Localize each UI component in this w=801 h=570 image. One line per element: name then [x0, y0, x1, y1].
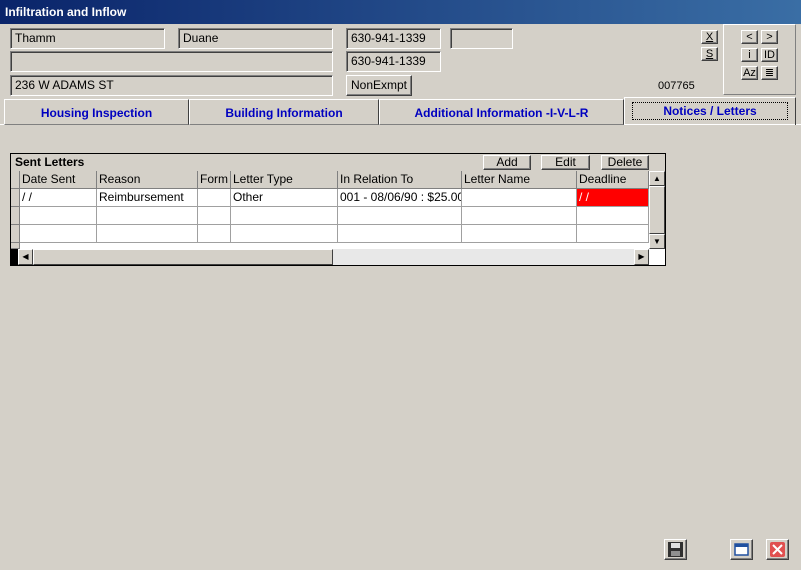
column-header-deadline[interactable]: Deadline — [577, 171, 649, 189]
empty-cell[interactable] — [198, 207, 231, 225]
column-header-reason[interactable]: Reason — [97, 171, 198, 189]
scroll-down-icon[interactable]: ▼ — [649, 234, 665, 249]
address-field[interactable]: 236 W ADAMS ST — [10, 75, 333, 96]
tab-notices-letters[interactable]: Notices / Letters — [624, 97, 796, 125]
window-title: Infiltration and Inflow — [0, 0, 801, 24]
grid-corner-left — [11, 249, 18, 265]
address-line2-field[interactable] — [10, 51, 333, 72]
row-selector[interactable] — [11, 225, 20, 243]
empty-cell[interactable] — [338, 207, 462, 225]
cell-letter-name[interactable] — [462, 189, 577, 207]
save-button[interactable] — [664, 539, 687, 560]
extra-field[interactable] — [450, 28, 513, 49]
previous-button[interactable]: < — [741, 30, 758, 44]
column-header-form[interactable]: Form — [198, 171, 231, 189]
empty-cell[interactable] — [20, 225, 97, 243]
tab-notices-letters-label: Notices / Letters — [632, 102, 788, 120]
empty-cell[interactable] — [97, 207, 198, 225]
empty-cell[interactable] — [577, 207, 649, 225]
next-button[interactable]: > — [761, 30, 778, 44]
empty-cell[interactable] — [97, 225, 198, 243]
id-button[interactable]: ID — [761, 48, 778, 62]
grid-title: Sent Letters — [15, 155, 85, 169]
cell-form[interactable] — [198, 189, 231, 207]
restore-button[interactable] — [730, 539, 753, 560]
close-button[interactable] — [766, 539, 789, 560]
empty-cell[interactable] — [462, 225, 577, 243]
window-icon — [734, 543, 749, 556]
column-header-letter-name[interactable]: Letter Name — [462, 171, 577, 189]
cell-in-relation-to[interactable]: 001 - 08/06/90 : $25.00 — [338, 189, 462, 207]
horizontal-scroll-thumb[interactable] — [33, 249, 333, 265]
column-header-letter-type[interactable]: Letter Type — [231, 171, 338, 189]
record-id: 007765 — [658, 80, 695, 92]
exempt-button[interactable]: NonExmpt — [346, 75, 412, 96]
tab-building-information[interactable]: Building Information — [189, 99, 379, 125]
empty-cell[interactable] — [577, 225, 649, 243]
add-button[interactable]: Add — [483, 155, 531, 170]
scroll-left-icon[interactable]: ◀ — [18, 249, 33, 265]
vertical-scroll-thumb[interactable] — [649, 186, 665, 234]
column-header-in-relation-to[interactable]: In Relation To — [338, 171, 462, 189]
scroll-up-icon[interactable]: ▲ — [649, 171, 665, 186]
empty-cell[interactable] — [20, 207, 97, 225]
phone2-field[interactable]: 630-941-1339 — [346, 51, 441, 72]
empty-cell[interactable] — [338, 225, 462, 243]
empty-cell[interactable] — [231, 225, 338, 243]
close-icon — [770, 542, 785, 557]
row-selector[interactable] — [11, 189, 20, 207]
floppy-disk-icon — [668, 542, 683, 557]
first-name-field[interactable]: Duane — [178, 28, 333, 49]
s-button[interactable]: S — [701, 47, 718, 61]
x-button[interactable]: X — [701, 30, 718, 44]
cell-reason[interactable]: Reimbursement — [97, 189, 198, 207]
empty-cell[interactable] — [198, 225, 231, 243]
row-selector[interactable] — [11, 207, 20, 225]
list-button[interactable]: ≣ — [761, 66, 778, 80]
cell-letter-type[interactable]: Other — [231, 189, 338, 207]
cell-deadline[interactable]: / / — [577, 189, 649, 207]
tab-housing-inspection[interactable]: Housing Inspection — [4, 99, 189, 125]
edit-button[interactable]: Edit — [541, 155, 590, 170]
row-selector-header — [11, 171, 20, 189]
last-name-field[interactable]: Thamm — [10, 28, 165, 49]
tab-additional-information[interactable]: Additional Information -I-V-L-R — [379, 99, 624, 125]
navigation-panel — [723, 24, 796, 95]
empty-cell[interactable] — [462, 207, 577, 225]
empty-cell[interactable] — [231, 207, 338, 225]
sort-button[interactable]: Az — [741, 66, 758, 80]
phone1-field[interactable]: 630-941-1339 — [346, 28, 441, 49]
column-header-date-sent[interactable]: Date Sent — [20, 171, 97, 189]
scroll-right-icon[interactable]: ▶ — [634, 249, 649, 265]
delete-button[interactable]: Delete — [601, 155, 649, 170]
cell-date-sent[interactable]: / / — [20, 189, 97, 207]
info-button[interactable]: i — [741, 48, 758, 62]
